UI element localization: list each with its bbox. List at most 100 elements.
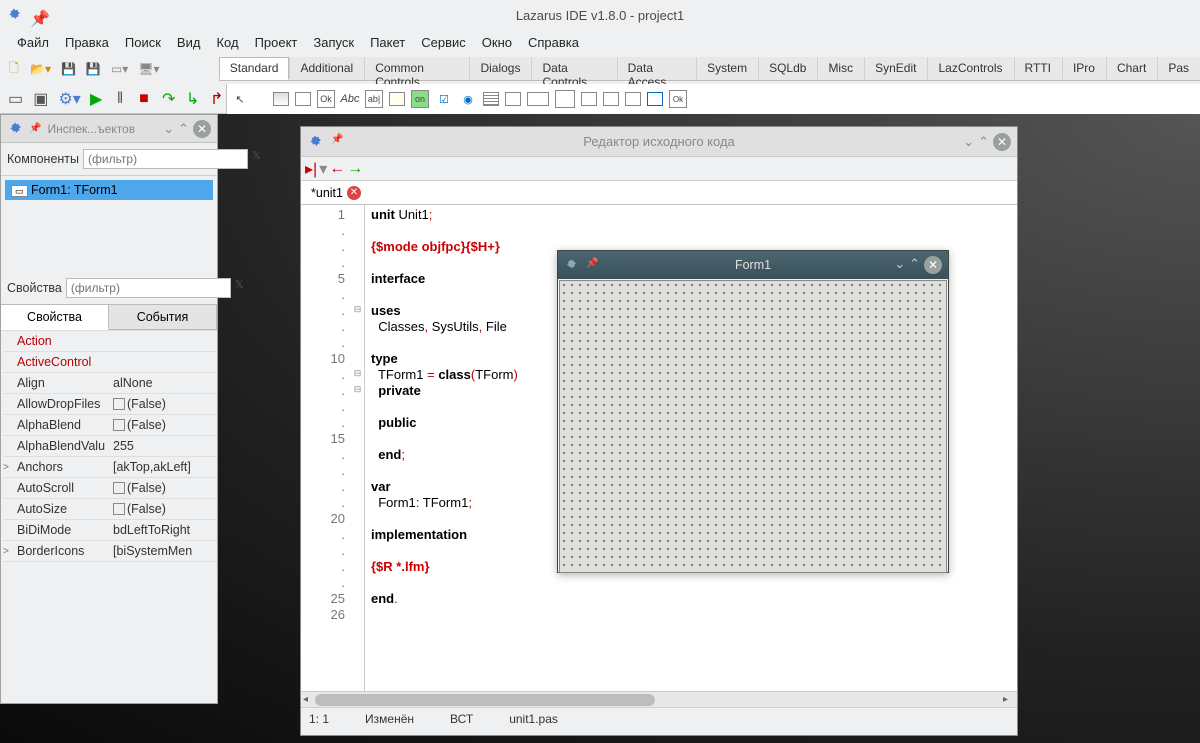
- scroll-thumb[interactable]: [315, 694, 655, 706]
- toggle-form-button[interactable]: 🖥▾: [134, 60, 163, 78]
- menu-Вид[interactable]: Вид: [170, 33, 208, 52]
- tmainmenu[interactable]: [273, 92, 289, 106]
- filter-clear-button-2[interactable]: 𝕏: [235, 278, 244, 298]
- step-out-button[interactable]: ↱: [206, 87, 226, 111]
- property-row[interactable]: AlphaBlend(False): [3, 415, 217, 436]
- step-over-button[interactable]: ↷: [158, 87, 178, 111]
- gear-button[interactable]: ⚙▾: [54, 87, 82, 111]
- horizontal-scrollbar[interactable]: ◂ ▸: [301, 691, 1017, 707]
- tradiogroup[interactable]: [581, 92, 597, 106]
- new-file-button[interactable]: 🗋: [4, 57, 24, 82]
- cursor-tool[interactable]: ↖: [231, 90, 249, 108]
- tscrollbar[interactable]: [527, 92, 549, 106]
- palette-tab-additional[interactable]: Additional: [289, 57, 364, 80]
- pause-button[interactable]: ‖: [110, 88, 130, 110]
- palette-tab-pas[interactable]: Pas: [1157, 57, 1200, 80]
- expand-button[interactable]: ⌃: [909, 256, 920, 274]
- close-button[interactable]: ✕: [993, 133, 1011, 151]
- palette-tab-rtti[interactable]: RTTI: [1014, 57, 1062, 80]
- prop-tab-Свойства[interactable]: Свойства: [1, 304, 109, 330]
- palette-tab-common-controls[interactable]: Common Controls: [364, 57, 469, 80]
- property-row[interactable]: ActiveControl: [3, 352, 217, 373]
- tmemo[interactable]: [389, 92, 405, 106]
- palette-tab-lazcontrols[interactable]: LazControls: [927, 57, 1013, 80]
- property-row[interactable]: AutoScroll(False): [3, 478, 217, 499]
- palette-tab-standard[interactable]: Standard: [219, 57, 290, 80]
- save-button[interactable]: 💾: [57, 60, 80, 78]
- pin-icon[interactable]: 📌: [331, 134, 343, 150]
- close-button[interactable]: ✕: [924, 256, 942, 274]
- property-row[interactable]: >Anchors[akTop,akLeft]: [3, 457, 217, 478]
- palette-tab-dialogs[interactable]: Dialogs: [469, 57, 531, 80]
- palette-tab-ipro[interactable]: IPro: [1062, 57, 1106, 80]
- menu-Окно[interactable]: Окно: [475, 33, 519, 52]
- collapse-button[interactable]: ⌄: [963, 134, 974, 150]
- scroll-left-arrow[interactable]: ◂: [303, 694, 315, 706]
- components-filter[interactable]: [83, 149, 248, 169]
- menu-Правка[interactable]: Правка: [58, 33, 116, 52]
- back-button[interactable]: ←: [329, 160, 345, 178]
- collapse-button[interactable]: ⌄: [894, 256, 905, 274]
- filter-clear-button[interactable]: 𝕏: [252, 149, 261, 169]
- tlabel[interactable]: Abc: [341, 90, 359, 108]
- view-units-button[interactable]: ▭: [4, 87, 25, 111]
- menu-Проект[interactable]: Проект: [248, 33, 305, 52]
- tactionlist[interactable]: Ok: [669, 90, 687, 108]
- form-titlebar[interactable]: 📌 Form1 ⌄ ⌃ ✕: [558, 251, 948, 279]
- ttogglebox[interactable]: on: [411, 90, 429, 108]
- dropdown-button[interactable]: ▾: [319, 159, 327, 179]
- tradiobutton[interactable]: ◉: [459, 90, 477, 108]
- tcheckbox[interactable]: ☑: [435, 90, 453, 108]
- property-row[interactable]: AlignalNone: [3, 373, 217, 394]
- property-row[interactable]: Action: [3, 331, 217, 352]
- step-into-button[interactable]: ↳: [182, 87, 202, 111]
- prop-tab-События[interactable]: События: [109, 304, 217, 330]
- fold-column[interactable]: ⊟⊟⊟: [351, 205, 365, 691]
- palette-tab-misc[interactable]: Misc: [817, 57, 864, 80]
- property-row[interactable]: AutoSize(False): [3, 499, 217, 520]
- pin-icon[interactable]: 📌: [29, 123, 41, 134]
- tedit[interactable]: ab|: [365, 90, 383, 108]
- expand-button[interactable]: ⌃: [178, 121, 189, 137]
- tpanel[interactable]: [625, 92, 641, 106]
- open-button[interactable]: 📂▾: [26, 60, 55, 78]
- tframe[interactable]: [647, 92, 663, 106]
- jump-button[interactable]: ▸|: [305, 159, 317, 179]
- collapse-button[interactable]: ⌄: [163, 121, 174, 137]
- property-row[interactable]: BiDiModebdLeftToRight: [3, 520, 217, 541]
- menu-Запуск[interactable]: Запуск: [306, 33, 361, 52]
- expand-button[interactable]: ⌃: [978, 134, 989, 150]
- palette-tab-chart[interactable]: Chart: [1106, 57, 1157, 80]
- form-canvas[interactable]: [559, 280, 947, 573]
- tgroupbox[interactable]: [555, 90, 575, 108]
- menu-Код[interactable]: Код: [209, 33, 245, 52]
- pin-icon[interactable]: 📌: [30, 9, 42, 21]
- property-row[interactable]: AllowDropFiles(False): [3, 394, 217, 415]
- tpopupmenu[interactable]: [295, 92, 311, 106]
- view-forms-button[interactable]: ▣: [29, 87, 50, 111]
- property-grid[interactable]: ActionActiveControlAlignalNoneAllowDropF…: [1, 330, 217, 624]
- tcombobox[interactable]: [505, 92, 521, 106]
- forward-button[interactable]: →: [347, 160, 363, 178]
- menu-Поиск[interactable]: Поиск: [118, 33, 168, 52]
- property-row[interactable]: AlphaBlendValu255: [3, 436, 217, 457]
- stop-button[interactable]: ■: [134, 88, 154, 110]
- palette-tab-data-access[interactable]: Data Access: [617, 57, 696, 80]
- pin-icon[interactable]: 📌: [586, 258, 598, 272]
- form-designer-window[interactable]: 📌 Form1 ⌄ ⌃ ✕: [557, 250, 949, 573]
- tab-close-button[interactable]: ✕: [347, 186, 361, 200]
- palette-tab-data-controls[interactable]: Data Controls: [531, 57, 616, 80]
- palette-tab-synedit[interactable]: SynEdit: [864, 57, 927, 80]
- run-button[interactable]: ▶: [86, 87, 106, 111]
- palette-tab-sqldb[interactable]: SQLdb: [758, 57, 817, 80]
- component-tree[interactable]: ▭ Form1: TForm1: [1, 176, 217, 272]
- editor-tab-unit1[interactable]: *unit1 ✕: [305, 183, 367, 203]
- new-form-button[interactable]: ▭▾: [107, 60, 132, 78]
- tlistbox[interactable]: [483, 92, 499, 106]
- palette-tab-system[interactable]: System: [696, 57, 758, 80]
- properties-filter[interactable]: [66, 278, 231, 298]
- scroll-right-arrow[interactable]: ▸: [1003, 694, 1015, 706]
- tree-node-form1[interactable]: ▭ Form1: TForm1: [5, 180, 213, 200]
- menu-Пакет[interactable]: Пакет: [363, 33, 412, 52]
- tcheckgroup[interactable]: [603, 92, 619, 106]
